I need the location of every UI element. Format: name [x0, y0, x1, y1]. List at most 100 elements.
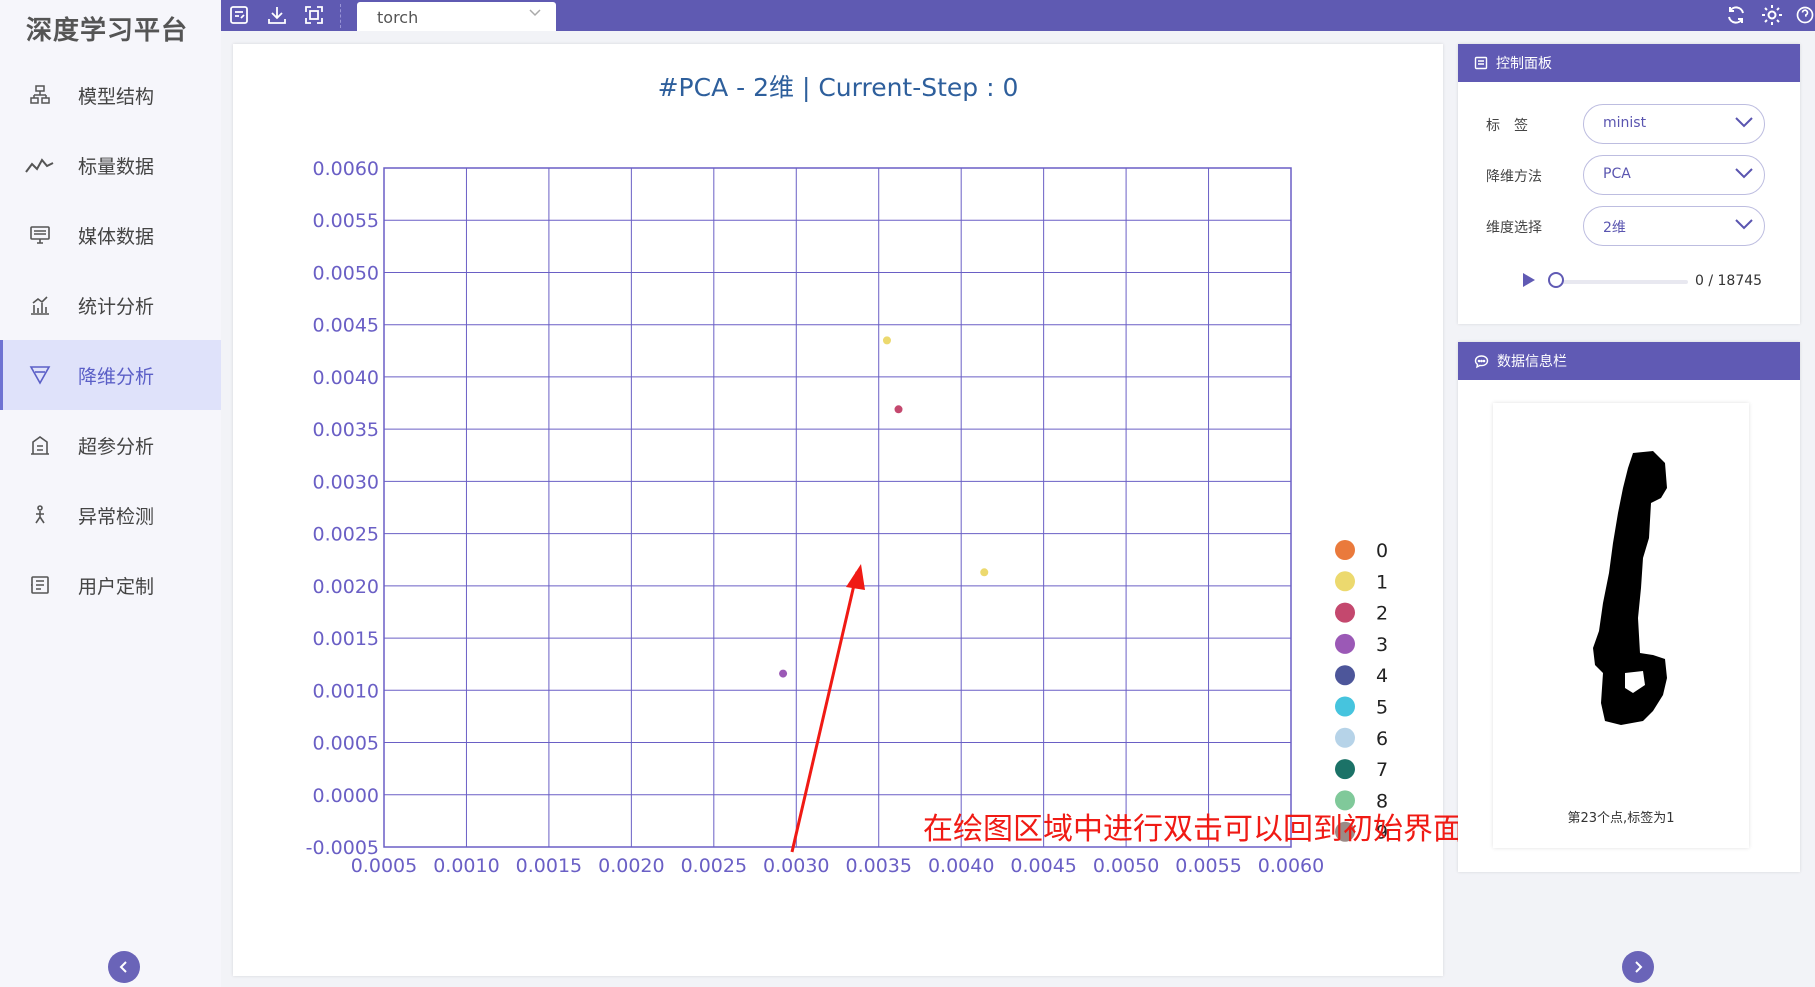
label-select[interactable]: minist	[1583, 104, 1765, 144]
legend-label-1: 1	[1376, 571, 1388, 593]
info-panel: 数据信息栏 第23个点,标签为1	[1458, 342, 1800, 872]
chat-icon	[1474, 354, 1489, 369]
y-tick-label: 0.0030	[313, 471, 379, 493]
sidebar-nav: 模型结构 标量数据 媒体数据 统计分析 降维分析 超参分析 异常检测 用户定制	[0, 60, 221, 620]
sidebar-collapse-button[interactable]	[108, 951, 140, 983]
x-tick-label: 0.0050	[1093, 855, 1159, 877]
data-point-label-3[interactable]	[779, 669, 788, 678]
help-button[interactable]	[1795, 3, 1815, 27]
sidebar-item-media-data[interactable]: 媒体数据	[0, 200, 221, 270]
label-label: 标 签	[1486, 118, 1528, 134]
legend-label-5: 5	[1376, 697, 1388, 719]
download-icon	[268, 7, 286, 24]
x-tick-label: 0.0045	[1010, 855, 1076, 877]
import-button[interactable]	[227, 3, 251, 27]
y-tick-label: 0.0020	[313, 576, 379, 598]
fullscreen-icon	[305, 6, 323, 24]
legend-marker-4[interactable]	[1335, 665, 1355, 686]
y-tick-label: 0.0010	[313, 680, 379, 702]
legend-marker-7[interactable]	[1335, 759, 1355, 780]
info-panel-title: 数据信息栏	[1497, 354, 1567, 370]
top-toolbar: torch	[221, 0, 1815, 31]
step-counter: 0 / 18745	[1695, 273, 1763, 289]
sidebar-item-anomaly[interactable]: 异常检测	[0, 480, 221, 550]
play-button[interactable]	[1521, 271, 1537, 293]
fullscreen-button[interactable]	[302, 3, 326, 27]
download-button[interactable]	[265, 3, 289, 27]
annotation-arrow-shaft	[790, 571, 859, 853]
sidebar: 深度学习平台 模型结构 标量数据 媒体数据 统计分析 降维分析 超参分析 异常检…	[0, 0, 221, 987]
y-tick-label: 0.0000	[313, 785, 379, 807]
sidebar-item-label: 媒体数据	[78, 225, 155, 248]
chevron-down-icon	[1735, 117, 1753, 128]
digit-image	[1593, 451, 1667, 725]
sidebar-item-label: 异常检测	[78, 505, 155, 528]
legend-marker-3[interactable]	[1335, 633, 1355, 654]
method-select-value: PCA	[1603, 166, 1631, 182]
legend-label-2: 2	[1376, 603, 1388, 625]
chevron-down-icon	[1735, 168, 1753, 179]
chevron-down-icon	[529, 9, 541, 17]
sidebar-item-model-structure[interactable]: 模型结构	[0, 60, 221, 130]
play-icon	[1523, 273, 1535, 287]
import-icon	[230, 6, 248, 24]
tab-label: torch	[377, 8, 419, 27]
x-tick-label: 0.0035	[845, 855, 911, 877]
settings-button[interactable]	[1760, 3, 1784, 27]
sidebar-item-label: 降维分析	[78, 365, 155, 388]
label-row: 标 签 minist	[1458, 104, 1768, 144]
sidebar-item-scalar-data[interactable]: 标量数据	[0, 130, 221, 200]
data-point-label-1[interactable]	[882, 336, 891, 345]
line-chart-icon	[22, 154, 58, 176]
refresh-icon	[1728, 6, 1744, 24]
legend-marker-1[interactable]	[1335, 571, 1355, 592]
annotation-arrow-head	[846, 564, 865, 590]
x-tick-label: 0.0025	[681, 855, 747, 877]
dimension-label: 维度选择	[1486, 220, 1542, 236]
tab-torch[interactable]: torch	[357, 2, 556, 31]
method-label: 降维方法	[1486, 169, 1542, 185]
plot-frame	[383, 167, 1292, 848]
legend-marker-0[interactable]	[1335, 540, 1355, 560]
chevron-left-icon	[119, 961, 127, 973]
right-panel-toggle-button[interactable]	[1622, 951, 1654, 983]
x-tick-label: 0.0015	[516, 855, 582, 877]
x-tick-label: 0.0055	[1175, 855, 1241, 877]
chart-panel[interactable]: #PCA - 2维 | Current-Step : 0 0.0005 0.001…	[233, 44, 1463, 976]
legend-label-7: 7	[1376, 759, 1388, 781]
x-tick-label: 0.0040	[928, 855, 994, 877]
sidebar-item-hyperparam[interactable]: 超参分析	[0, 410, 221, 480]
step-slider-handle[interactable]	[1548, 272, 1564, 288]
x-tick-label: 0.0030	[763, 855, 829, 877]
data-point-label-1[interactable]	[980, 568, 989, 577]
gear-icon	[1762, 5, 1782, 25]
data-point-label-2[interactable]	[894, 405, 903, 414]
method-select[interactable]: PCA	[1583, 155, 1765, 195]
legend-label-3: 3	[1376, 634, 1388, 656]
sidebar-item-statistics[interactable]: 统计分析	[0, 270, 221, 340]
legend-label-0: 0	[1376, 540, 1388, 562]
legend-marker-5[interactable]	[1335, 696, 1355, 717]
legend-marker-2[interactable]	[1335, 602, 1355, 623]
control-panel-title: 控制面板	[1496, 56, 1552, 72]
y-tick-label: 0.0015	[313, 628, 379, 650]
info-panel-header: 数据信息栏	[1458, 342, 1800, 380]
label-select-value: minist	[1603, 115, 1647, 131]
building-icon	[22, 434, 58, 456]
dimension-select[interactable]: 2维	[1583, 206, 1765, 246]
monitor-icon	[22, 224, 58, 246]
sidebar-item-custom[interactable]: 用户定制	[0, 550, 221, 620]
sidebar-item-label: 统计分析	[78, 295, 155, 318]
chevron-down-icon	[1735, 219, 1753, 230]
legend-marker-6[interactable]	[1335, 727, 1355, 748]
y-tick-label: 0.0050	[313, 262, 379, 284]
sidebar-item-dim-reduction[interactable]: 降维分析	[0, 340, 221, 410]
app-logo: 深度学习平台	[26, 16, 189, 46]
chevron-right-icon	[1635, 961, 1643, 973]
refresh-button[interactable]	[1724, 3, 1748, 27]
step-slider-track[interactable]	[1556, 280, 1688, 284]
y-tick-label: 0.0040	[313, 367, 379, 389]
toolbar-divider	[340, 4, 341, 28]
legend-label-6: 6	[1376, 728, 1388, 750]
sidebar-item-label: 标量数据	[78, 155, 155, 178]
